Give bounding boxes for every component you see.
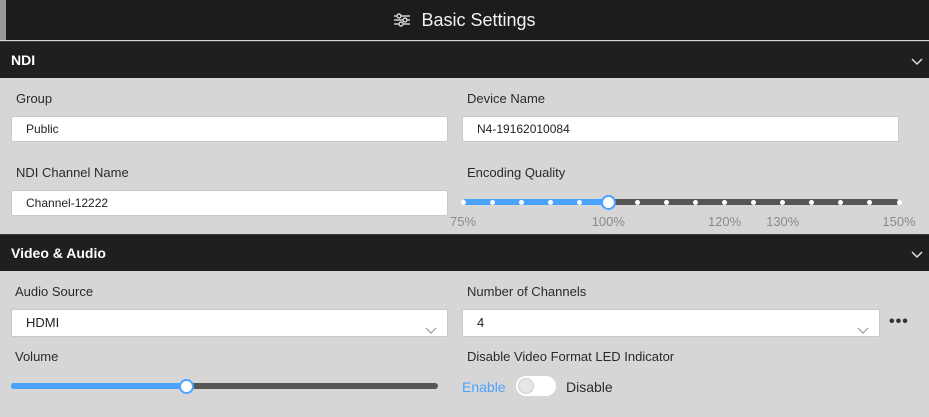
encoding-quality-tick-label: 150% bbox=[882, 214, 916, 229]
ndi-channel-name-input[interactable]: Channel-12222 bbox=[11, 190, 448, 216]
encoding-quality-tick[interactable] bbox=[460, 199, 466, 205]
volume-fill bbox=[11, 383, 187, 389]
number-of-channels-label: Number of Channels bbox=[467, 284, 587, 299]
audio-source-label: Audio Source bbox=[15, 284, 94, 299]
number-of-channels-value: 4 bbox=[477, 315, 485, 330]
encoding-quality-tick[interactable] bbox=[838, 199, 844, 205]
encoding-quality-tick[interactable] bbox=[518, 199, 524, 205]
ndi-section-label: NDI bbox=[11, 52, 36, 68]
encoding-quality-tick[interactable] bbox=[576, 199, 582, 205]
toggle-knob bbox=[518, 378, 534, 394]
encoding-quality-tick-label: 120% bbox=[707, 214, 742, 229]
encoding-quality-tick[interactable] bbox=[751, 199, 757, 205]
ndi-section-header[interactable]: NDI bbox=[0, 41, 929, 78]
encoding-quality-tick-label: 130% bbox=[766, 214, 800, 229]
encoding-quality-tick[interactable] bbox=[693, 199, 699, 205]
chevron-down-icon[interactable] bbox=[911, 53, 923, 69]
encoding-quality-tick[interactable] bbox=[896, 199, 902, 205]
video-audio-section-label: Video & Audio bbox=[11, 245, 106, 261]
led-disable-label[interactable]: Disable bbox=[566, 379, 613, 395]
encoding-quality-thumb[interactable] bbox=[600, 194, 616, 210]
encoding-quality-tick[interactable] bbox=[780, 199, 786, 205]
encoding-quality-tick[interactable] bbox=[663, 199, 669, 205]
number-of-channels-select[interactable]: 4 bbox=[462, 309, 880, 337]
volume-thumb[interactable] bbox=[178, 378, 194, 394]
encoding-quality-fill bbox=[463, 199, 609, 205]
encoding-quality-tick[interactable] bbox=[547, 199, 553, 205]
volume-label: Volume bbox=[15, 349, 59, 364]
led-enable-label[interactable]: Enable bbox=[462, 379, 506, 395]
page-title: Basic Settings bbox=[421, 9, 536, 30]
chevron-down-icon bbox=[857, 318, 869, 344]
encoding-quality-label: Encoding Quality bbox=[467, 165, 566, 180]
group-input[interactable]: Public bbox=[11, 116, 448, 142]
encoding-quality-tick-label: 75% bbox=[449, 214, 477, 229]
title-bar: Basic Settings bbox=[0, 0, 929, 40]
encoding-quality-tick[interactable] bbox=[809, 199, 815, 205]
more-options-icon[interactable]: ••• bbox=[889, 313, 909, 331]
led-indicator-label: Disable Video Format LED Indicator bbox=[467, 349, 675, 364]
audio-source-value: HDMI bbox=[26, 315, 60, 330]
title-bar-accent bbox=[0, 0, 6, 40]
video-audio-section-header[interactable]: Video & Audio bbox=[0, 234, 929, 271]
settings-sliders-icon bbox=[393, 13, 411, 27]
encoding-quality-tick[interactable] bbox=[722, 199, 728, 205]
ndi-channel-name-label: NDI Channel Name bbox=[16, 165, 129, 180]
device-name-input[interactable]: N4-19162010084 bbox=[462, 116, 899, 142]
chevron-down-icon[interactable] bbox=[911, 246, 923, 262]
device-name-label: Device Name bbox=[467, 91, 546, 106]
group-label: Group bbox=[16, 91, 53, 106]
chevron-down-icon bbox=[425, 318, 437, 344]
audio-source-select[interactable]: HDMI bbox=[11, 309, 448, 337]
led-indicator-toggle[interactable] bbox=[516, 376, 556, 396]
encoding-quality-tick-label: 100% bbox=[591, 214, 625, 229]
encoding-quality-tick[interactable] bbox=[634, 199, 640, 205]
encoding-quality-tick[interactable] bbox=[489, 199, 495, 205]
